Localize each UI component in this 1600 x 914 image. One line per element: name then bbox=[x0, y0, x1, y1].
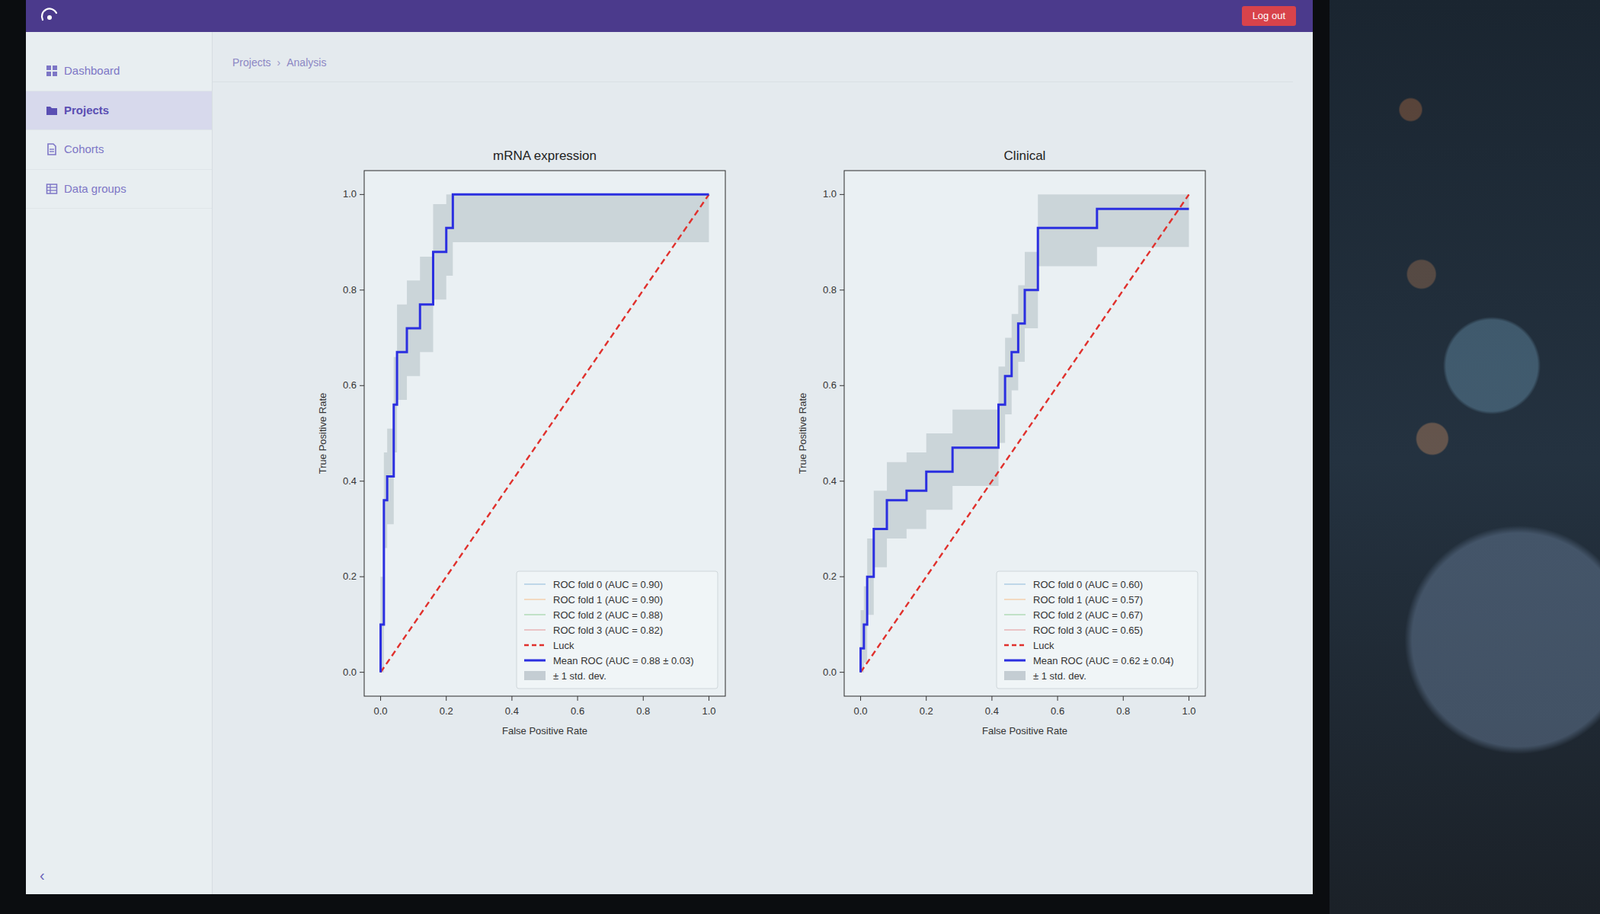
legend-label: ROC fold 2 (AUC = 0.88) bbox=[553, 609, 663, 621]
sidebar-menu: Dashboard Projects Cohorts Data groups bbox=[25, 51, 212, 209]
sidebar-label: Dashboard bbox=[64, 62, 120, 80]
sidebar-item[interactable]: Data groups bbox=[25, 169, 212, 210]
legend-swatch bbox=[1004, 671, 1026, 681]
legend-label: ROC fold 2 (AUC = 0.67) bbox=[1033, 609, 1143, 621]
x-tick: 0.0 bbox=[374, 705, 388, 717]
y-tick: 0.4 bbox=[822, 475, 837, 487]
sidebar-label: Projects bbox=[64, 102, 109, 120]
app-window: Log out Dashboard Projects Cohorts Data gro… bbox=[25, 0, 1313, 895]
chart-title: Clinical bbox=[1004, 148, 1047, 164]
legend-swatch bbox=[1004, 629, 1026, 631]
legend-swatch bbox=[524, 659, 546, 663]
y-tick: 0.4 bbox=[342, 475, 357, 487]
legend-swatch bbox=[524, 671, 546, 681]
x-tick: 0.8 bbox=[1116, 705, 1130, 717]
y-tick: 0.2 bbox=[822, 570, 837, 583]
sidebar-item[interactable]: Projects bbox=[25, 91, 212, 132]
sidebar-label: Cohorts bbox=[64, 140, 105, 159]
legend-swatch bbox=[1004, 644, 1026, 647]
legend-swatch bbox=[524, 629, 546, 631]
legend-swatch bbox=[524, 614, 546, 615]
y-tick: 0.6 bbox=[822, 379, 837, 391]
x-tick: 0.6 bbox=[1050, 705, 1065, 717]
y-axis-label: True Positive Rate bbox=[316, 393, 329, 474]
legend-label: ROC fold 1 (AUC = 0.90) bbox=[553, 594, 663, 606]
x-tick: 1.0 bbox=[1181, 705, 1196, 717]
x-tick: 0.2 bbox=[439, 705, 454, 717]
legend-label: ROC fold 0 (AUC = 0.90) bbox=[553, 579, 663, 591]
x-tick: 0.6 bbox=[570, 705, 585, 717]
collapse-button[interactable]: ‹ bbox=[25, 856, 212, 895]
document-icon bbox=[45, 143, 58, 156]
breadcrumb: Projects ›Analysis bbox=[212, 32, 1293, 83]
y-tick: 0.8 bbox=[342, 284, 357, 296]
sidebar-item[interactable]: Dashboard bbox=[25, 51, 212, 92]
y-tick: 1.0 bbox=[822, 188, 837, 200]
y-tick: 0.0 bbox=[822, 666, 837, 679]
legend-label: Luck bbox=[1033, 640, 1055, 652]
folder-icon bbox=[45, 104, 58, 117]
x-axis-label: False Positive Rate bbox=[502, 725, 588, 737]
breadcrumb-item[interactable]: Projects bbox=[232, 54, 272, 71]
legend-label: Luck bbox=[553, 640, 575, 652]
legend-label: ROC fold 3 (AUC = 0.65) bbox=[1033, 624, 1143, 637]
background-photo bbox=[1329, 0, 1600, 914]
roc-chart: mRNA expression 0.0 0.2 0.4 0.6 0.8 1.0 0.0 0.2 0… bbox=[309, 135, 736, 753]
chart-legend: ROC fold 0 (AUC = 0.90) ROC fold 1 (AUC =… bbox=[516, 571, 718, 689]
legend-label: ± 1 std. dev. bbox=[553, 670, 607, 682]
logout-button[interactable]: Log out bbox=[1241, 6, 1296, 27]
chart-title: mRNA expression bbox=[492, 148, 597, 164]
y-tick: 0.6 bbox=[342, 379, 357, 391]
legend-swatch bbox=[1004, 614, 1026, 615]
sidebar: Dashboard Projects Cohorts Data groups ‹ bbox=[25, 32, 213, 895]
y-tick: 1.0 bbox=[342, 188, 357, 200]
x-axis-label: False Positive Rate bbox=[982, 725, 1068, 737]
breadcrumb-item[interactable]: Analysis bbox=[286, 54, 327, 71]
y-tick: 0.0 bbox=[342, 666, 357, 679]
x-tick: 0.2 bbox=[919, 705, 934, 717]
chart-legend: ROC fold 0 (AUC = 0.60) ROC fold 1 (AUC =… bbox=[996, 571, 1198, 689]
photo-scene: Log out Dashboard Projects Cohorts Data gro… bbox=[0, 0, 1600, 914]
legend-swatch bbox=[1004, 583, 1026, 585]
x-tick: 0.4 bbox=[985, 705, 999, 717]
legend-swatch bbox=[524, 598, 546, 600]
monitor: Log out Dashboard Projects Cohorts Data gro… bbox=[0, 0, 1330, 914]
legend-label: Mean ROC (AUC = 0.88 ± 0.03) bbox=[553, 655, 695, 667]
legend-swatch bbox=[1004, 598, 1026, 600]
legend-swatch bbox=[524, 583, 546, 585]
main-content: Projects ›Analysis mRNA expression 0.0 0.2 0… bbox=[212, 32, 1313, 895]
x-tick: 0.4 bbox=[505, 705, 519, 717]
sidebar-item[interactable]: Cohorts bbox=[25, 130, 212, 170]
chart-area: mRNA expression 0.0 0.2 0.4 0.6 0.8 1.0 0.0 0.2 0… bbox=[212, 82, 1313, 753]
roc-chart: Clinical 0.0 0.2 0.4 0.6 0.8 1.0 0.0 0.2 0.4 0.6 0.… bbox=[789, 135, 1216, 753]
legend-label: ROC fold 1 (AUC = 0.57) bbox=[1033, 594, 1143, 606]
dashboard-icon bbox=[45, 64, 58, 77]
y-tick: 0.2 bbox=[342, 570, 357, 583]
y-tick: 0.8 bbox=[822, 284, 837, 296]
legend-label: ROC fold 0 (AUC = 0.60) bbox=[1033, 579, 1143, 591]
x-tick: 0.8 bbox=[636, 705, 650, 717]
x-tick: 0.0 bbox=[854, 705, 868, 717]
legend-label: ± 1 std. dev. bbox=[1033, 670, 1087, 682]
app-body: Dashboard Projects Cohorts Data groups ‹ Pr… bbox=[25, 32, 1313, 895]
legend-swatch bbox=[1004, 659, 1026, 663]
x-tick: 1.0 bbox=[701, 705, 716, 717]
y-axis-label: True Positive Rate bbox=[796, 393, 809, 474]
legend-label: Mean ROC (AUC = 0.62 ± 0.04) bbox=[1033, 655, 1175, 667]
top-bar: Log out bbox=[25, 0, 1313, 32]
sidebar-label: Data groups bbox=[64, 180, 127, 199]
table-icon bbox=[45, 182, 58, 196]
breadcrumb-separator: › bbox=[277, 54, 282, 71]
legend-swatch bbox=[524, 644, 546, 647]
legend-label: ROC fold 3 (AUC = 0.82) bbox=[553, 624, 663, 637]
app-logo-icon[interactable] bbox=[39, 6, 60, 26]
